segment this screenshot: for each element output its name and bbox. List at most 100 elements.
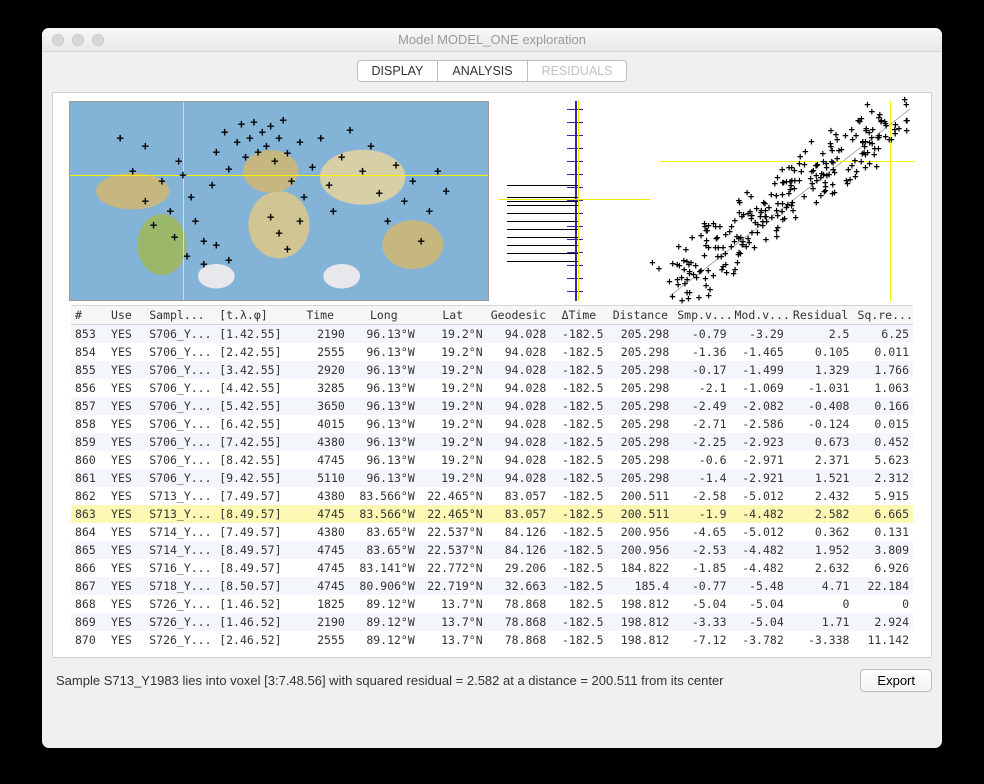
scatter-point: + [796,177,802,188]
col-header[interactable]: Mod.v... [731,306,788,325]
table-row[interactable]: 854YESS706_Y...[2.42.55]255596.13°W19.2°… [71,343,913,361]
scatter-point: + [683,245,689,256]
map-sample-marker: + [221,125,229,138]
map-sample-marker: + [384,214,392,227]
titlebar: Model MODEL_ONE exploration [42,28,942,52]
scatter-point: + [701,251,707,262]
scatter-plot[interactable]: ++++++++++++++++++++++++++++++++++++++++… [660,101,915,301]
table-row[interactable]: 867YESS718_Y...[8.50.57]474580.906°W22.7… [71,577,913,595]
map-sample-marker: + [246,131,254,144]
col-header[interactable]: Time [292,306,349,325]
map-sample-marker: + [359,165,367,178]
map-sample-marker: + [401,195,409,208]
map-sample-marker: + [200,234,208,247]
scatter-point: + [793,214,799,225]
col-header[interactable]: Sq.re... [853,306,913,325]
status-bar: Sample S713_Y1983 lies into voxel [3:7.4… [42,664,942,700]
col-header[interactable]: Geodesic [487,306,551,325]
map-sample-marker: + [175,155,183,168]
map-sample-marker: + [242,151,250,164]
scatter-point: + [649,258,655,269]
table-row[interactable]: 859YESS706_Y...[7.42.55]438096.13°W19.2°… [71,433,913,451]
residual-rug-plot[interactable] [499,101,650,301]
scatter-point: + [873,163,879,174]
table-row[interactable]: 868YESS726_Y...[1.46.52]182589.12°W13.7°… [71,595,913,613]
scatter-point: + [848,126,854,137]
table-row[interactable]: 858YESS706_Y...[6.42.55]401596.13°W19.2°… [71,415,913,433]
map-sample-marker: + [171,230,179,243]
scatter-point: + [882,117,888,128]
col-header[interactable]: ΔTime [550,306,607,325]
scatter-point: + [779,200,785,211]
map-sample-marker: + [409,175,417,188]
scatter-point: + [773,227,779,238]
table-row[interactable]: 865YESS714_Y...[8.49.57]474583.65°W22.53… [71,541,913,559]
scatter-point: + [849,135,855,146]
scatter-point: + [903,100,909,111]
table-row[interactable]: 870YESS726_Y...[2.46.52]255589.12°W13.7°… [71,631,913,649]
scatter-point: + [736,199,742,210]
scatter-point: + [751,244,757,255]
table-row[interactable]: 862YESS713_Y...[7.49.57]438083.566°W22.4… [71,487,913,505]
map-sample-marker: + [141,139,149,152]
scatter-point: + [869,139,875,150]
scatter-point: + [818,174,824,185]
scatter-point: + [703,237,709,248]
map-sample-marker: + [275,131,283,144]
map-crosshair-v [183,102,184,300]
col-header[interactable]: [t.λ.φ] [215,306,291,325]
col-header[interactable]: Smp.v... [673,306,730,325]
table-row[interactable]: 857YESS706_Y...[5.42.55]365096.13°W19.2°… [71,397,913,415]
export-button[interactable]: Export [860,669,932,692]
rug-crosshair-h [499,199,650,200]
scatter-point: + [736,235,742,246]
col-header[interactable]: Distance [608,306,674,325]
world-map-plot[interactable]: ++++++++++++++++++++++++++++++++++++++++… [69,101,489,301]
zoom-icon[interactable] [92,34,104,46]
scatter-point: + [684,276,690,287]
tab-analysis[interactable]: ANALYSIS [438,61,527,81]
table-row[interactable]: 869YESS726_Y...[1.46.52]219089.12°W13.7°… [71,613,913,631]
col-header[interactable]: Use [107,306,145,325]
col-header[interactable]: Lat [419,306,487,325]
map-sample-marker: + [150,218,158,231]
table-row[interactable]: 866YESS716_Y...[8.49.57]474583.141°W22.7… [71,559,913,577]
scatter-point: + [674,275,680,286]
table-row[interactable]: 864YESS714_Y...[7.49.57]438083.65°W22.53… [71,523,913,541]
data-table[interactable]: #UseSampl...[t.λ.φ]TimeLongLatGeodesicΔT… [71,305,913,649]
col-header[interactable]: Residual [788,306,854,325]
map-sample-marker: + [129,165,137,178]
map-sample-marker: + [296,135,304,148]
tab-residuals[interactable]: RESIDUALS [528,61,627,81]
map-sample-marker: + [279,113,287,126]
col-header[interactable]: Sampl... [145,306,215,325]
scatter-point: + [838,145,844,156]
map-sample-marker: + [426,204,434,217]
table-row[interactable]: 856YESS706_Y...[4.42.55]328596.13°W19.2°… [71,379,913,397]
scatter-point: + [696,294,702,305]
map-sample-marker: + [254,145,262,158]
rug-crosshair-v [578,101,579,301]
table-header-row[interactable]: #UseSampl...[t.λ.φ]TimeLongLatGeodesicΔT… [71,306,913,325]
scatter-point: + [781,215,787,226]
window-title: Model MODEL_ONE exploration [42,32,942,47]
close-icon[interactable] [52,34,64,46]
tab-display[interactable]: DISPLAY [358,61,439,81]
table-row[interactable]: 861YESS706_Y...[9.42.55]511096.13°W19.2°… [71,469,913,487]
scatter-point: + [736,209,742,220]
scatter-point: + [801,193,807,204]
scatter-point: + [798,167,804,178]
col-header[interactable]: # [71,306,107,325]
table-row[interactable]: 860YESS706_Y...[8.42.55]474596.13°W19.2°… [71,451,913,469]
map-sample-marker: + [317,131,325,144]
table-row[interactable]: 853YESS706_Y...[1.42.55]219096.13°W19.2°… [71,325,913,344]
scatter-crosshair-v [890,101,891,301]
minimize-icon[interactable] [72,34,84,46]
map-sample-marker: + [250,115,258,128]
map-sample-marker: + [183,250,191,263]
col-header[interactable]: Long [349,306,419,325]
scatter-point: + [674,261,680,272]
table-row[interactable]: 863YESS713_Y...[8.49.57]474583.566°W22.4… [71,505,913,523]
table-row[interactable]: 855YESS706_Y...[3.42.55]292096.13°W19.2°… [71,361,913,379]
scatter-point: + [685,295,691,306]
